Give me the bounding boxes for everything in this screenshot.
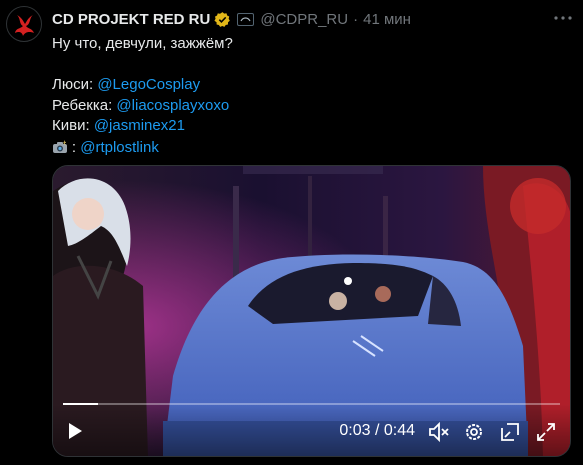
time-display: 0:03 / 0:44 bbox=[339, 422, 415, 440]
mention-link[interactable]: @jasminex21 bbox=[94, 117, 185, 134]
credit-line: : @rtplostlink bbox=[52, 137, 233, 158]
video-player[interactable]: 0:03 / 0:44 bbox=[52, 165, 571, 457]
post-time[interactable]: 41 мин bbox=[363, 11, 411, 28]
camera-flash-icon bbox=[52, 139, 72, 155]
author-handle[interactable]: @CDPR_RU bbox=[260, 11, 348, 28]
mention-link[interactable]: @rtplostlink bbox=[80, 139, 159, 156]
avatar[interactable] bbox=[6, 6, 42, 42]
duration: 0:44 bbox=[383, 422, 415, 439]
separator-dot: · bbox=[353, 10, 359, 28]
popout-icon[interactable] bbox=[499, 421, 521, 443]
credit-label: Ребекка: bbox=[52, 96, 117, 114]
tweet-line: Ну что, девчули, зажжём? bbox=[52, 35, 233, 52]
credit-line: Киви: @jasminex21 bbox=[52, 116, 233, 137]
tweet-header: CD PROJEKT RED RU @CDPR_RU · 41 мин bbox=[52, 8, 573, 30]
author-name[interactable]: CD PROJEKT RED RU bbox=[52, 11, 210, 28]
credit-label: : bbox=[71, 138, 81, 156]
play-icon[interactable] bbox=[65, 421, 85, 441]
verified-badge-icon[interactable] bbox=[214, 11, 231, 28]
settings-icon[interactable] bbox=[463, 421, 485, 443]
credit-line: Люси: @LegoCosplay bbox=[52, 75, 233, 96]
time-separator: / bbox=[370, 422, 384, 439]
mention-link[interactable]: @liacosplayxoxo bbox=[116, 97, 229, 114]
affiliate-badge-icon[interactable] bbox=[237, 12, 255, 26]
progress-fill bbox=[63, 403, 98, 405]
mute-icon[interactable] bbox=[428, 421, 450, 443]
more-options-icon[interactable] bbox=[551, 10, 575, 26]
current-time: 0:03 bbox=[339, 422, 371, 439]
tweet-text: Ну что, девчули, зажжём? Люси: @LegoCosp… bbox=[52, 34, 233, 157]
credit-label: Киви: bbox=[52, 117, 94, 134]
credit-label: Люси: bbox=[52, 76, 98, 93]
cdpr-logo-icon bbox=[15, 15, 34, 36]
fullscreen-icon[interactable] bbox=[535, 421, 557, 443]
credit-line: Ребекка: @liacosplayxoxo bbox=[52, 96, 233, 117]
controls-overlay bbox=[53, 404, 570, 456]
mention-link[interactable]: @LegoCosplay bbox=[97, 76, 200, 93]
progress-bar[interactable] bbox=[63, 403, 560, 405]
